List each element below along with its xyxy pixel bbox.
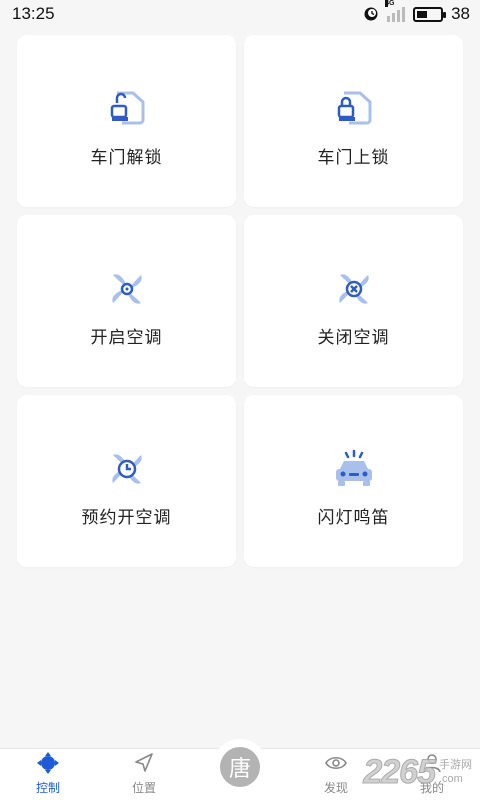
status-bar: 13:25 4G 38 — [0, 0, 480, 28]
signal-icon: 4G — [385, 0, 406, 22]
watermark-suffix: .com — [439, 773, 463, 785]
ac-off-label: 关闭空调 — [317, 327, 390, 347]
fan-schedule-icon — [111, 453, 142, 484]
flash-horn-label: 闪灯鸣笛 — [317, 507, 390, 527]
lock-door-icon — [337, 91, 371, 124]
location-arrow-icon — [135, 753, 153, 772]
unlock-door-button[interactable]: 车门解锁 — [17, 35, 236, 207]
status-icons: 4G 38 — [363, 0, 470, 24]
alarm-icon — [364, 7, 378, 21]
control-icon — [37, 752, 59, 774]
battery-level: 38 — [451, 4, 470, 23]
control-grid: 车门解锁 车门上锁 开启空调 关闭空调 预约开空调 闪灯鸣笛 — [17, 35, 463, 567]
schedule-ac-label: 预约开空调 — [81, 507, 172, 527]
nav-item-location[interactable]: 位置 — [96, 751, 192, 796]
watermark-site: 手游网 — [439, 759, 472, 771]
fan-on-icon — [111, 273, 142, 304]
car-flash-horn-icon — [335, 449, 372, 486]
watermark: 2265 手游网 .com — [363, 753, 472, 792]
ac-on-label: 开启空调 — [90, 327, 163, 347]
nav-label-discover: 发现 — [323, 781, 348, 795]
ac-off-button[interactable]: 关闭空调 — [244, 215, 463, 387]
battery-icon — [413, 6, 447, 22]
ac-on-button[interactable]: 开启空调 — [17, 215, 236, 387]
fan-off-icon — [338, 273, 369, 304]
lock-door-button[interactable]: 车门上锁 — [244, 35, 463, 207]
brand-button[interactable]: 唐 — [220, 747, 260, 787]
watermark-number: 2265 — [363, 753, 437, 792]
status-time: 13:25 — [12, 4, 55, 23]
nav-item-control[interactable]: 控制 — [0, 751, 96, 796]
unlock-door-icon — [110, 91, 144, 124]
eye-icon — [325, 756, 347, 770]
schedule-ac-button[interactable]: 预约开空调 — [17, 395, 236, 567]
nav-label-location: 位置 — [131, 781, 156, 795]
flash-horn-button[interactable]: 闪灯鸣笛 — [244, 395, 463, 567]
network-type: 4G — [385, 0, 395, 7]
watermark-text: 手游网 .com — [439, 758, 472, 786]
bottom-navigation: 控制 位置 唐 发现 我的 2265 手游网 .com — [0, 739, 480, 800]
nav-label-control: 控制 — [35, 781, 60, 795]
unlock-door-label: 车门解锁 — [90, 147, 163, 167]
lock-door-label: 车门上锁 — [317, 147, 390, 167]
